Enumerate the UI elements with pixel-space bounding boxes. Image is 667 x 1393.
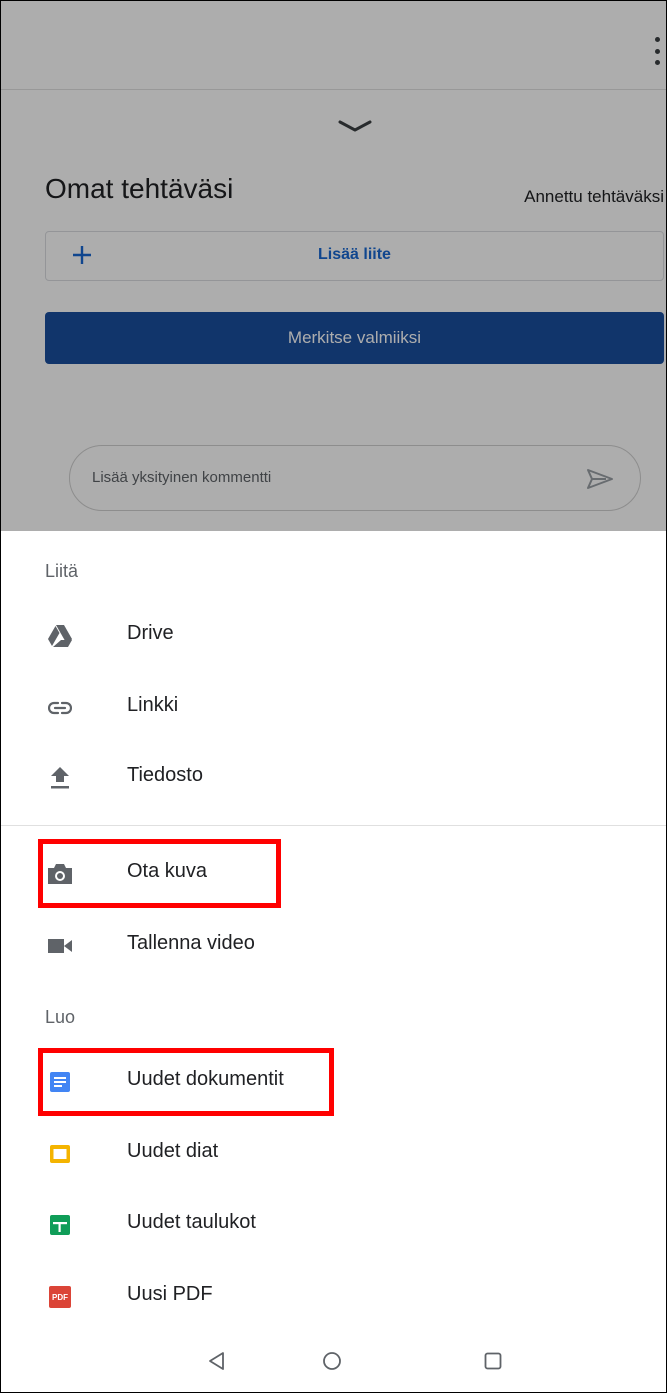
add-attachment-button[interactable]: Lisää liite xyxy=(45,231,664,281)
status-text: Annettu tehtäväksi xyxy=(524,187,664,206)
section-divider xyxy=(1,825,666,826)
create-option-label: Uudet diat xyxy=(127,1140,219,1162)
sheets-icon xyxy=(47,1212,73,1238)
attach-option-record-video[interactable]: Tallenna video xyxy=(1,915,666,975)
create-option-label: Uusi PDF xyxy=(127,1283,213,1305)
attach-option-drive[interactable]: Drive xyxy=(1,605,666,665)
pdf-icon-text: PDF xyxy=(49,1286,71,1308)
pdf-icon: PDF xyxy=(47,1284,73,1310)
system-nav-bar xyxy=(1,1331,666,1392)
create-option-label: Uudet taulukot xyxy=(127,1211,256,1233)
add-attachment-label: Lisää liite xyxy=(318,246,391,263)
attach-option-label: Ota kuva xyxy=(127,860,208,882)
video-icon xyxy=(47,933,73,959)
create-option-sheets[interactable]: Uudet taulukot xyxy=(1,1194,666,1254)
attach-option-take-photo[interactable]: Ota kuva xyxy=(1,843,666,903)
private-comment-input[interactable] xyxy=(92,469,562,486)
mark-done-button[interactable]: Merkitse valmiiksi xyxy=(45,312,664,364)
phone-screen: Omat tehtäväsi Annettu tehtäväksi Lisää … xyxy=(0,0,667,1393)
attach-option-link[interactable]: Linkki xyxy=(1,677,666,737)
drive-icon xyxy=(47,623,73,649)
section-title-create: Luo xyxy=(45,1007,76,1027)
attach-option-label: Tiedosto xyxy=(127,764,203,786)
section-title-attach: Liitä xyxy=(45,561,79,581)
more-options-icon[interactable] xyxy=(654,37,660,65)
attach-bottom-sheet: Liitä Drive Linkki Tiedosto Ota kuva Tal… xyxy=(1,531,666,1331)
create-option-slides[interactable]: Uudet diat xyxy=(1,1123,666,1183)
private-comment-box xyxy=(69,445,641,511)
recents-icon[interactable] xyxy=(481,1349,505,1373)
assignment-screen: Omat tehtäväsi Annettu tehtäväksi Lisää … xyxy=(1,1,666,531)
create-option-label: Uudet dokumentit xyxy=(127,1068,284,1090)
create-option-pdf[interactable]: PDF Uusi PDF xyxy=(1,1266,666,1326)
app-bar xyxy=(1,1,666,90)
link-icon xyxy=(47,695,73,721)
slides-icon xyxy=(47,1141,73,1167)
page-title: Omat tehtäväsi xyxy=(45,173,234,204)
back-icon[interactable] xyxy=(205,1349,229,1373)
home-icon[interactable] xyxy=(320,1349,344,1373)
attach-option-label: Linkki xyxy=(127,694,179,716)
send-icon[interactable] xyxy=(586,468,614,490)
docs-icon xyxy=(47,1069,73,1095)
create-option-docs[interactable]: Uudet dokumentit xyxy=(1,1051,666,1111)
attach-option-label: Drive xyxy=(127,622,174,644)
chevron-down-icon[interactable] xyxy=(338,119,372,133)
attach-option-label: Tallenna video xyxy=(127,932,255,954)
upload-icon xyxy=(47,765,73,791)
attach-option-file[interactable]: Tiedosto xyxy=(1,747,666,807)
camera-icon xyxy=(47,861,73,887)
